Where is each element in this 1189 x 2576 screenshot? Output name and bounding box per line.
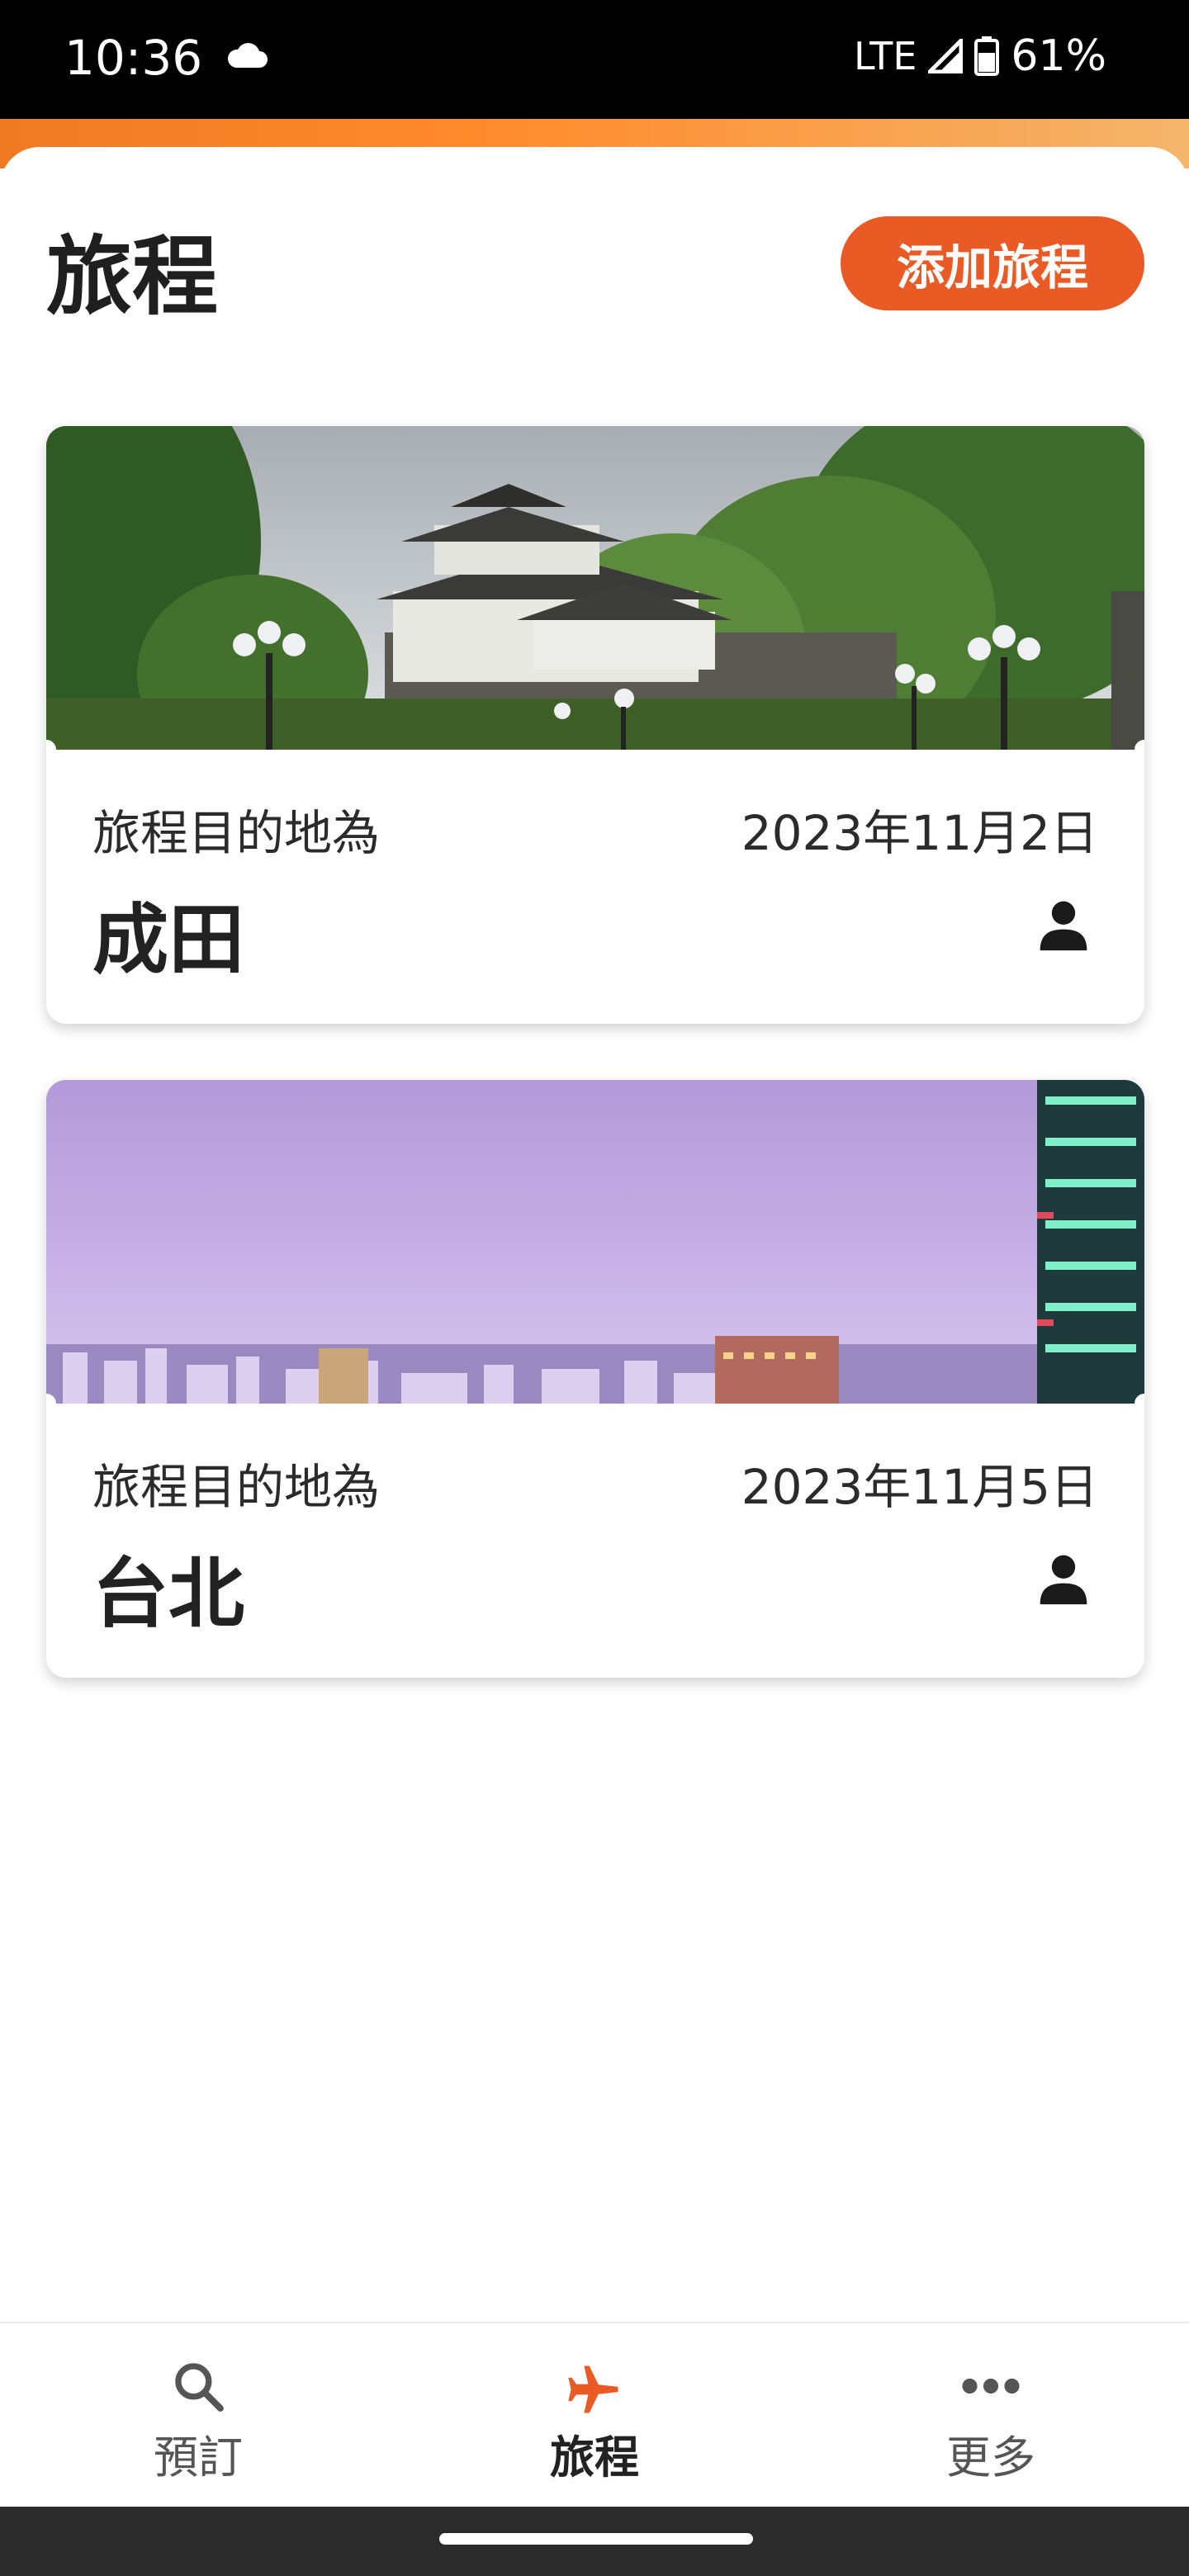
destination-label: 旅程目的地為 (92, 1459, 381, 1515)
person-icon (1040, 901, 1087, 951)
cloud-icon (227, 43, 268, 68)
nav-item-trips[interactable]: 旅程 (396, 2323, 793, 2508)
add-trip-button[interactable]: 添加旅程 (841, 216, 1144, 310)
battery-percent: 61% (1011, 31, 1106, 81)
destination-label: 旅程目的地為 (92, 805, 381, 861)
person-icon (1040, 1555, 1087, 1605)
trip-card[interactable]: 旅程目的地為 2023年11月5日 台北 (46, 1080, 1144, 1678)
page-title: 旅程 (46, 226, 219, 327)
nav-label-more: 更多 (946, 2432, 1035, 2484)
destination-city: 成田 (92, 896, 245, 984)
more-icon (962, 2378, 1020, 2394)
status-icons: LTE 61% (854, 31, 1106, 81)
trip-photo-castle (46, 426, 1144, 750)
card-notch-right (1135, 740, 1144, 760)
search-icon (175, 2363, 224, 2412)
gesture-area (0, 2507, 1189, 2576)
airplane-icon (568, 2365, 618, 2413)
trip-card[interactable]: 旅程目的地為 2023年11月2日 成田 (46, 426, 1144, 1024)
signal-icon (928, 39, 964, 73)
home-gesture-bar[interactable] (439, 2533, 753, 2545)
trip-date: 2023年11月5日 (741, 1459, 1098, 1515)
network-type: LTE (853, 34, 917, 78)
nav-item-booking[interactable]: 預訂 (0, 2323, 396, 2508)
bottom-nav: 預訂 旅程 更多 (0, 2322, 1189, 2508)
card-notch-right (1135, 1394, 1144, 1413)
trip-date: 2023年11月2日 (741, 805, 1098, 861)
status-bar: 10:36 LTE 61% (0, 0, 1189, 119)
nav-label-booking: 預訂 (154, 2432, 243, 2484)
trip-photo-city (46, 1080, 1144, 1404)
nav-item-more[interactable]: 更多 (793, 2323, 1189, 2508)
status-time: 10:36 (64, 30, 203, 86)
battery-icon (974, 36, 1000, 76)
nav-label-trips: 旅程 (550, 2432, 639, 2484)
destination-city: 台北 (92, 1550, 245, 1638)
